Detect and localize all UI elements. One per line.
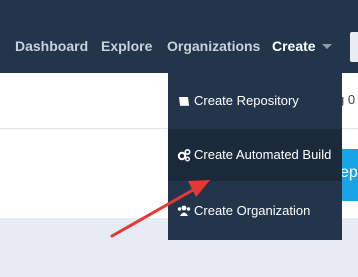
annotation-arrow [110,180,210,238]
